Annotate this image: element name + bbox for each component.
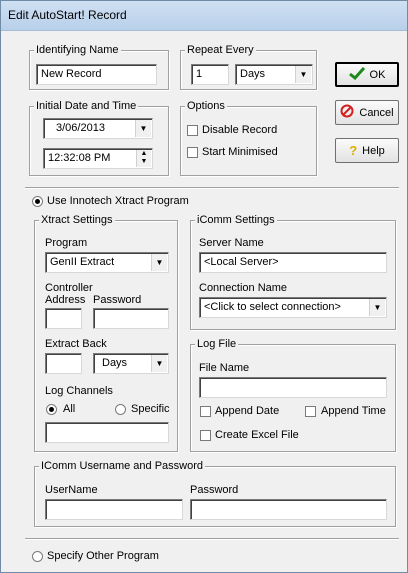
log-file-legend: Log File (195, 338, 239, 350)
repeat-every-legend: Repeat Every (185, 44, 256, 56)
log-channels-specific-label: Specific (131, 403, 170, 415)
file-name-label: File Name (199, 362, 250, 374)
extract-back-unit-select[interactable]: Days ▼ (93, 353, 169, 374)
chevron-down-icon[interactable]: ▼ (151, 355, 167, 372)
credentials-password-label: Password (190, 484, 239, 496)
program-select[interactable]: GenII Extract ▼ (45, 252, 169, 273)
spin-up-down-icon[interactable]: ▲ ▼ (136, 150, 151, 167)
cancel-button-label: Cancel (359, 106, 394, 119)
repeat-unit-value: Days (240, 68, 266, 80)
chevron-down-icon[interactable]: ▼ (151, 254, 167, 271)
chevron-down-icon[interactable]: ▼ (295, 66, 311, 83)
extract-back-number-input[interactable] (45, 353, 82, 374)
credentials-legend: IComm Username and Password (39, 460, 206, 472)
use-innotech-label: Use Innotech Xtract Program (47, 195, 189, 207)
extract-back-unit-value: Days (102, 357, 128, 369)
extract-back-label: Extract Back (45, 338, 107, 350)
controller-password-input[interactable] (93, 308, 169, 329)
log-channels-input[interactable] (45, 422, 169, 443)
start-minimised-checkbox[interactable] (187, 147, 198, 158)
file-name-input[interactable] (199, 377, 387, 398)
username-input[interactable] (45, 499, 183, 520)
program-label: Program (45, 237, 88, 249)
address-label: Address (45, 294, 86, 306)
help-button-label: Help (362, 144, 385, 157)
ok-button-label: OK (369, 68, 386, 81)
initial-time-spinner[interactable]: 12:32:08 PM ▲ ▼ (43, 148, 153, 169)
server-name-label: Server Name (199, 237, 264, 249)
window-title: Edit AutoStart! Record (8, 8, 127, 22)
start-minimised-label: Start Minimised (202, 146, 278, 158)
specify-other-label: Specify Other Program (47, 550, 159, 562)
question-icon: ? (349, 143, 358, 158)
connection-name-label: Connection Name (199, 282, 288, 294)
create-excel-checkbox[interactable] (200, 430, 211, 441)
cancel-button[interactable]: Cancel (335, 100, 399, 125)
append-date-checkbox[interactable] (200, 406, 211, 417)
append-time-checkbox[interactable] (305, 406, 316, 417)
options-legend: Options (185, 100, 227, 112)
connection-name-select[interactable]: <Click to select connection> ▼ (199, 297, 387, 318)
options-group: Options (180, 100, 317, 176)
ok-button[interactable]: OK (335, 62, 399, 87)
connection-name-value: <Click to select connection> (204, 301, 341, 313)
log-channels-specific-radio[interactable] (115, 404, 126, 415)
log-channels-all-label: All (63, 403, 76, 415)
server-name-input[interactable]: <Local Server> (199, 252, 387, 273)
initial-date-picker[interactable]: 3/06/2013 ▼ (43, 118, 153, 139)
dialog-window: Edit AutoStart! Record Identifying Name … (0, 0, 408, 573)
repeat-number-input[interactable]: 1 (191, 64, 229, 85)
icomm-settings-legend: iComm Settings (195, 214, 277, 226)
controller-label: Controller (45, 282, 93, 294)
create-excel-label: Create Excel File (215, 429, 299, 441)
credentials-password-input[interactable] (190, 499, 387, 520)
specify-other-radio[interactable] (32, 551, 43, 562)
identifying-name-legend: Identifying Name (34, 44, 121, 56)
repeat-unit-select[interactable]: Days ▼ (235, 64, 313, 85)
disable-record-checkbox[interactable] (187, 125, 198, 136)
username-label: UserName (45, 484, 98, 496)
xtract-settings-legend: Xtract Settings (39, 214, 115, 226)
log-channels-all-radio[interactable] (46, 404, 57, 415)
initial-date-value: 3/06/2013 (56, 122, 105, 134)
append-date-label: Append Date (215, 405, 280, 417)
use-innotech-radio[interactable] (32, 196, 43, 207)
check-icon (348, 66, 365, 83)
divider (25, 187, 399, 189)
log-channels-label: Log Channels (45, 385, 113, 397)
program-value: GenII Extract (50, 256, 115, 268)
help-button[interactable]: ? Help (335, 138, 399, 163)
chevron-down-icon[interactable]: ▼ (369, 299, 385, 316)
password-label: Password (93, 294, 142, 306)
divider (25, 538, 399, 540)
append-time-label: Append Time (321, 405, 386, 417)
initial-date-time-legend: Initial Date and Time (34, 100, 139, 112)
controller-address-input[interactable] (45, 308, 82, 329)
cancel-icon (340, 104, 354, 121)
identifying-name-input[interactable]: New Record (36, 64, 157, 85)
disable-record-label: Disable Record (202, 124, 278, 136)
initial-time-value: 12:32:08 PM (48, 152, 111, 164)
title-bar[interactable]: Edit AutoStart! Record (1, 1, 407, 31)
chevron-down-icon[interactable]: ▼ (135, 120, 151, 137)
